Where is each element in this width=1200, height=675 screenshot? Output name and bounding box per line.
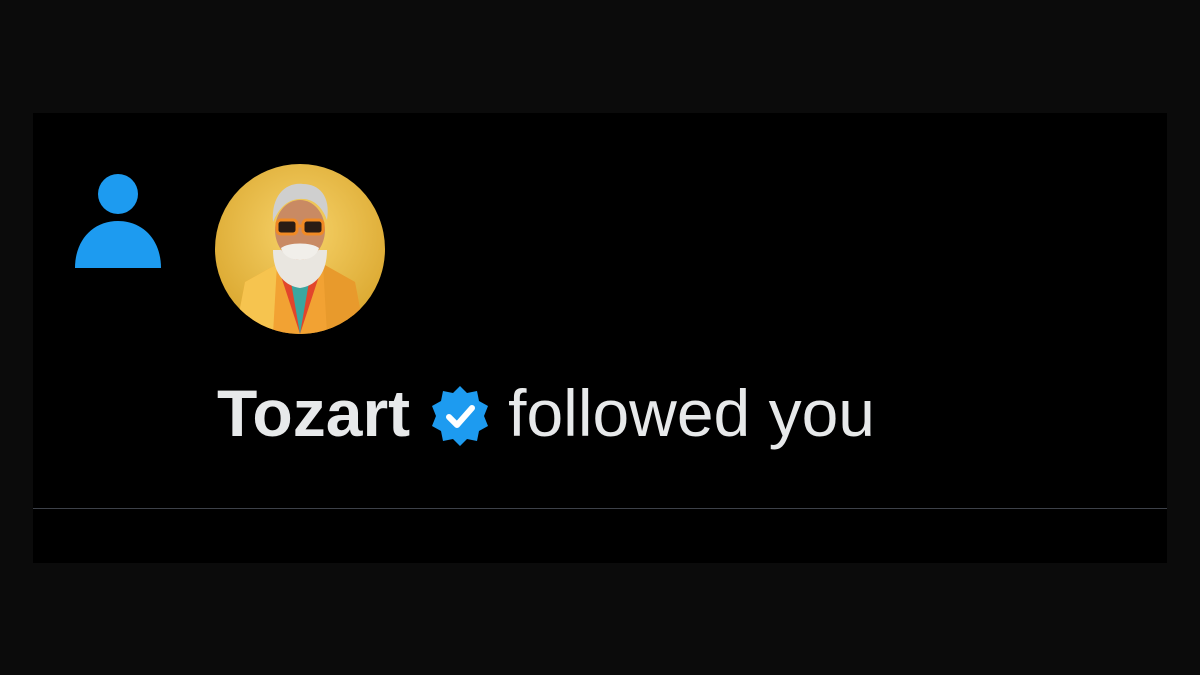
verified-badge-icon <box>432 386 489 446</box>
user-avatar[interactable] <box>215 164 385 334</box>
follow-notification[interactable]: Tozart followed you <box>33 113 1167 563</box>
screen: Tozart followed you <box>0 0 1200 675</box>
notification-action-text: followed you <box>508 376 876 450</box>
divider <box>33 508 1167 509</box>
notification-text: Tozart followed you <box>217 369 875 457</box>
user-name-link[interactable]: Tozart <box>217 376 410 450</box>
person-icon <box>75 174 161 268</box>
